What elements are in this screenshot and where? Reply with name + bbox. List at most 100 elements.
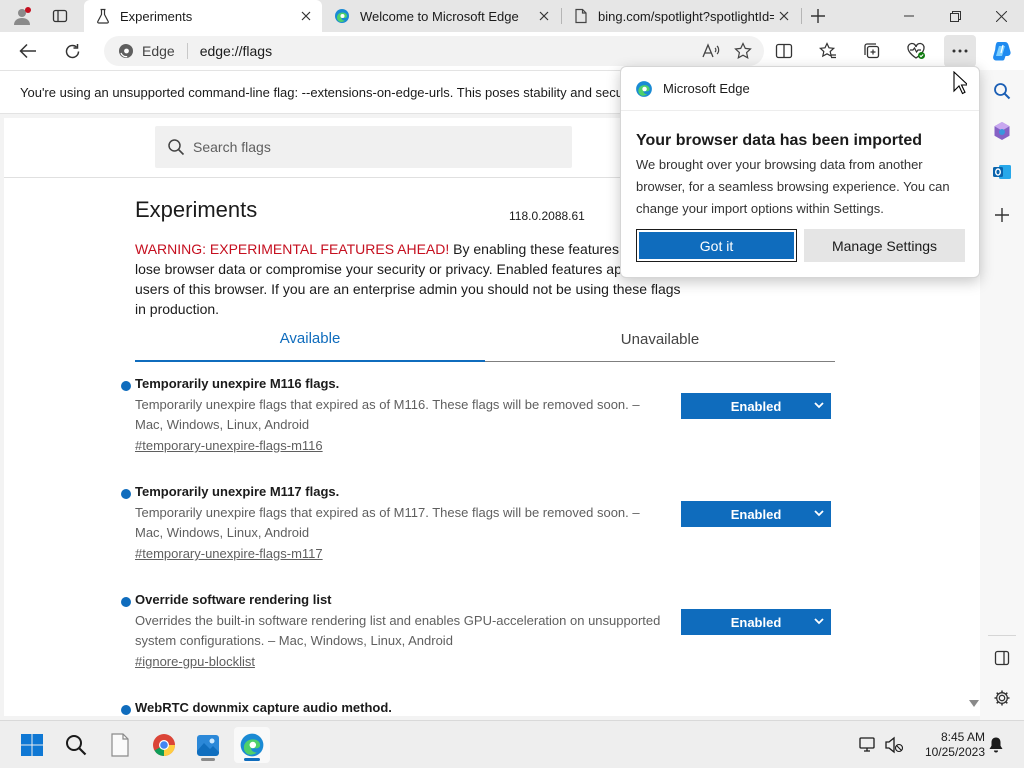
more-dots-icon: [952, 49, 968, 53]
mouse-cursor-icon: [953, 70, 970, 100]
sidebar-divider: [988, 635, 1016, 636]
got-it-button[interactable]: Got it: [636, 229, 797, 262]
flag-item: WebRTC downmix capture audio method.: [119, 700, 839, 716]
url-text[interactable]: edge://flags: [200, 43, 272, 59]
popup-app-name: Microsoft Edge: [663, 81, 750, 96]
flag-state-value: Enabled: [730, 398, 782, 414]
flag-enabled-dot: [121, 489, 131, 499]
plus-icon: [995, 208, 1009, 222]
favorites-button[interactable]: [812, 35, 844, 67]
flag-name: Temporarily unexpire M116 flags.: [135, 376, 340, 391]
manage-settings-button[interactable]: Manage Settings: [804, 229, 965, 262]
sidebar-settings-button[interactable]: [986, 682, 1018, 714]
refresh-icon: [65, 43, 79, 58]
sidebar-outlook-button[interactable]: [986, 156, 1018, 188]
popup-title: Your browser data has been imported: [636, 132, 922, 149]
flag-name: WebRTC downmix capture audio method.: [135, 700, 392, 715]
popup-body: We brought over your browsing data from …: [636, 157, 950, 216]
new-tab-icon[interactable]: [800, 0, 836, 32]
taskbar-file-icon[interactable]: [102, 727, 138, 763]
flag-anchor-link[interactable]: #temporary-unexpire-flags-m117: [135, 546, 323, 561]
tab-title: bing.com/spotlight?spotlightId=: [598, 8, 774, 24]
flag-anchor-link[interactable]: #temporary-unexpire-flags-m116: [135, 438, 323, 453]
site-info-chip[interactable]: Edge: [118, 43, 175, 59]
clock-time: 8:45 AM: [940, 730, 985, 744]
restore-icon[interactable]: [932, 0, 978, 32]
popup-header: Microsoft Edge: [621, 67, 979, 111]
volume-muted-icon[interactable]: [884, 721, 904, 768]
taskbar-photos-icon[interactable]: [190, 727, 226, 763]
flag-item: Temporarily unexpire M116 flags. Tempora…: [119, 376, 839, 466]
site-label: Edge: [142, 43, 175, 59]
gear-icon: [994, 690, 1010, 706]
chevron-down-icon: [813, 615, 825, 627]
address-bar[interactable]: Edge edge://flags: [104, 36, 764, 66]
refresh-button[interactable]: [56, 35, 88, 67]
system-clock[interactable]: 8:45 AM 10/25/2023: [913, 730, 985, 760]
vertical-tabs-icon[interactable]: [42, 0, 78, 32]
close-tab-icon[interactable]: [296, 6, 316, 26]
sidebar-add-button[interactable]: [986, 199, 1018, 231]
clock-date: 10/25/2023: [924, 745, 985, 759]
chevron-down-icon: [813, 399, 825, 411]
chevron-down-icon: [813, 507, 825, 519]
outlook-icon: [993, 165, 1011, 179]
split-screen-button[interactable]: [768, 35, 800, 67]
collections-button[interactable]: [856, 35, 888, 67]
sidebar-panel-icon: [994, 650, 1010, 666]
browser-essentials-button[interactable]: [900, 35, 932, 67]
search-flags-input[interactable]: Search flags: [155, 126, 572, 168]
flag-anchor-link[interactable]: #ignore-gpu-blocklist: [135, 654, 255, 669]
flag-state-select[interactable]: Enabled: [681, 501, 831, 527]
taskbar-edge-icon[interactable]: [234, 727, 270, 763]
edge-sidebar: [980, 70, 1024, 720]
tab-welcome[interactable]: Welcome to Microsoft Edge: [322, 0, 560, 32]
divider: [186, 43, 188, 59]
split-screen-icon: [775, 43, 793, 59]
favorites-icon: [819, 42, 836, 59]
flag-item: Temporarily unexpire M117 flags. Tempora…: [119, 484, 839, 574]
scroll-down-arrow-icon[interactable]: [968, 698, 980, 710]
minimize-icon[interactable]: [886, 0, 932, 32]
edge-logo-icon: [636, 80, 652, 97]
flag-state-select[interactable]: Enabled: [681, 609, 831, 635]
tools-icon: [994, 122, 1010, 140]
copilot-button[interactable]: [986, 35, 1018, 67]
tab-bing-spotlight[interactable]: bing.com/spotlight?spotlightId=: [562, 0, 800, 32]
network-icon[interactable]: [858, 721, 878, 768]
taskbar-search-button[interactable]: [58, 727, 94, 763]
taskbar: 8:45 AM 10/25/2023: [0, 720, 1024, 768]
read-aloud-icon[interactable]: [702, 43, 720, 59]
flag-state-select[interactable]: Enabled: [681, 393, 831, 419]
search-icon: [167, 138, 185, 156]
tab-experiments[interactable]: Experiments: [84, 0, 322, 32]
edge-logo-icon: [334, 8, 350, 24]
tab-unavailable[interactable]: Unavailable: [485, 316, 835, 362]
sidebar-tools-button[interactable]: [986, 115, 1018, 147]
sidebar-search-button[interactable]: [986, 75, 1018, 107]
close-window-icon[interactable]: [978, 0, 1024, 32]
flask-icon: [96, 8, 110, 24]
flag-state-value: Enabled: [730, 614, 782, 630]
collections-icon: [864, 43, 880, 59]
flag-description: Overrides the built-in software renderin…: [135, 613, 661, 648]
tab-available[interactable]: Available: [135, 316, 485, 362]
page-title: Experiments: [135, 197, 258, 222]
close-tab-icon[interactable]: [774, 6, 794, 26]
page-icon: [574, 8, 588, 24]
profile-icon[interactable]: [4, 0, 40, 32]
start-button[interactable]: [14, 727, 50, 763]
flag-name: Override software rendering list: [135, 592, 332, 607]
flag-enabled-dot: [121, 705, 131, 715]
notification-bell-icon[interactable]: [988, 721, 1004, 768]
close-tab-icon[interactable]: [534, 6, 554, 26]
warning-prefix: WARNING: EXPERIMENTAL FEATURES AHEAD!: [135, 241, 450, 257]
settings-and-more-button[interactable]: [944, 35, 976, 67]
edge-logo-icon: [119, 44, 133, 58]
back-button[interactable]: [12, 35, 44, 67]
heart-pulse-icon: [907, 42, 925, 59]
taskbar-chrome-icon[interactable]: [146, 727, 182, 763]
hide-sidebar-button[interactable]: [986, 642, 1018, 674]
version-number: 118.0.2088.61: [509, 209, 585, 223]
favorite-star-icon[interactable]: [734, 42, 752, 60]
